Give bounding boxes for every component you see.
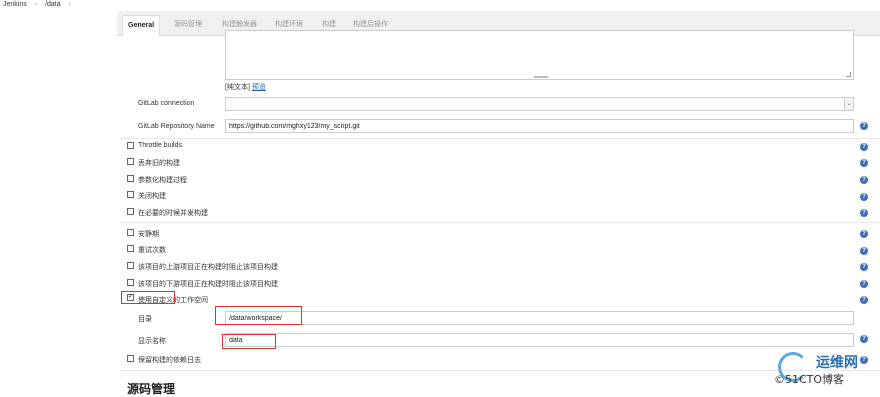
quiet-period-label: 安静期 bbox=[138, 231, 159, 238]
tab-general[interactable]: General bbox=[122, 15, 161, 36]
quiet-period-checkbox[interactable] bbox=[127, 229, 134, 236]
help-icon[interactable]: ? bbox=[860, 230, 868, 238]
highlight-box bbox=[215, 306, 302, 325]
breadcrumb: Jenkins › /data › bbox=[0, 0, 71, 10]
gitlab-repo-label: GitLab Repository Name bbox=[138, 123, 215, 130]
help-icon[interactable]: ? bbox=[860, 143, 868, 151]
description-format: [纯文本] 预览 bbox=[225, 82, 266, 92]
plain-text-label: [纯文本] bbox=[225, 84, 250, 91]
help-icon[interactable]: ? bbox=[860, 280, 868, 288]
keep-dependencies-label: 保留构建的依赖日志 bbox=[138, 357, 201, 364]
divider bbox=[120, 370, 880, 371]
watermark-logo: 运维网 ©51CTO博客 bbox=[770, 348, 880, 393]
gitlab-connection-select[interactable]: ⌄ bbox=[225, 97, 854, 111]
throttle-builds-label: Throttle builds bbox=[138, 142, 182, 149]
gitlab-connection-label: GitLab connection bbox=[138, 100, 195, 107]
description-textarea[interactable] bbox=[225, 30, 854, 80]
block-downstream-checkbox[interactable] bbox=[127, 279, 134, 286]
retry-count-checkbox[interactable] bbox=[127, 245, 134, 252]
breadcrumb-jenkins[interactable]: Jenkins bbox=[3, 0, 27, 10]
help-icon[interactable]: ? bbox=[860, 122, 868, 130]
retry-count-label: 重试次数 bbox=[138, 247, 166, 254]
help-icon[interactable]: ? bbox=[860, 159, 868, 167]
disable-build-checkbox[interactable] bbox=[127, 191, 134, 198]
help-icon[interactable]: ? bbox=[860, 193, 868, 201]
chevron-down-icon: ⌄ bbox=[844, 98, 853, 110]
directory-label: 目录 bbox=[138, 316, 152, 323]
tab-scm[interactable]: 源码管理 bbox=[174, 15, 202, 35]
help-icon[interactable]: ? bbox=[860, 176, 868, 184]
highlight-box bbox=[222, 334, 276, 349]
throttle-builds-checkbox[interactable] bbox=[127, 142, 134, 149]
breadcrumb-separator: › bbox=[34, 1, 38, 8]
help-icon[interactable]: ? bbox=[860, 335, 868, 343]
help-icon[interactable]: ? bbox=[860, 263, 868, 271]
concurrent-builds-label: 在必要的时候并发构建 bbox=[138, 210, 208, 217]
parameterized-build-label: 参数化构建过程 bbox=[138, 177, 187, 184]
keep-dependencies-checkbox[interactable] bbox=[127, 355, 134, 362]
parameterized-build-checkbox[interactable] bbox=[127, 175, 134, 182]
watermark-line1: 运维网 bbox=[816, 355, 858, 371]
divider bbox=[120, 138, 880, 139]
discard-old-builds-label: 丢弃旧的构建 bbox=[138, 160, 180, 167]
gitlab-repo-input[interactable] bbox=[225, 119, 854, 133]
section-title-scm: 源码管理 bbox=[127, 382, 176, 396]
help-icon[interactable]: ? bbox=[860, 209, 868, 217]
help-icon[interactable]: ? bbox=[860, 247, 868, 255]
block-upstream-checkbox[interactable] bbox=[127, 262, 134, 269]
preview-link[interactable]: 预览 bbox=[252, 84, 266, 91]
block-upstream-label: 该项目的上游项目正在构建时阻止该项目构建 bbox=[138, 264, 278, 271]
display-name-input[interactable] bbox=[225, 333, 854, 347]
breadcrumb-separator: › bbox=[68, 1, 71, 8]
textarea-grip[interactable] bbox=[534, 76, 548, 78]
discard-old-builds-checkbox[interactable] bbox=[127, 158, 134, 165]
display-name-label: 显示名称 bbox=[138, 338, 166, 345]
block-downstream-label: 该项目的下游项目正在构建时阻止该项目构建 bbox=[138, 281, 278, 288]
disable-build-label: 关闭构建 bbox=[138, 193, 166, 200]
directory-input[interactable] bbox=[225, 311, 854, 325]
watermark-line2: ©51CTO博客 bbox=[774, 373, 845, 386]
help-icon[interactable]: ? bbox=[860, 296, 868, 304]
textarea-resize-handle[interactable] bbox=[846, 72, 851, 77]
highlight-box bbox=[121, 291, 175, 304]
concurrent-builds-checkbox[interactable] bbox=[127, 208, 134, 215]
breadcrumb-data[interactable]: /data bbox=[45, 0, 61, 10]
divider bbox=[120, 222, 880, 223]
